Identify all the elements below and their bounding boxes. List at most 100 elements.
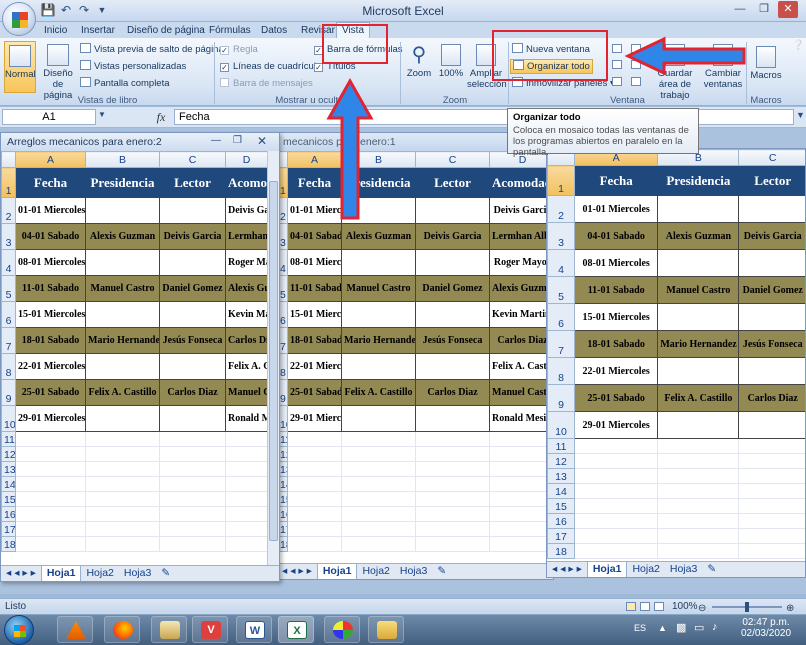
cell[interactable]: [15, 461, 86, 477]
cell[interactable]: Manuel Castro: [489, 379, 553, 406]
language-indicator[interactable]: ES: [634, 623, 646, 633]
close-icon[interactable]: ✕: [778, 1, 798, 18]
cell[interactable]: [225, 491, 268, 507]
header-cell[interactable]: Presidencia: [657, 165, 740, 196]
row-header[interactable]: 12: [547, 453, 576, 469]
cell[interactable]: [85, 506, 160, 522]
cell[interactable]: [574, 453, 659, 469]
cell[interactable]: Alexis Guzman: [489, 275, 553, 302]
header-cell[interactable]: Fecha: [574, 165, 659, 196]
break-view-status-icon[interactable]: [654, 602, 664, 611]
cell[interactable]: Deivis Garcia: [415, 223, 490, 250]
cell[interactable]: [415, 197, 490, 224]
formula-input[interactable]: Fecha: [174, 109, 794, 125]
ruler-checkbox[interactable]: ✓ Regla: [220, 43, 258, 56]
cell[interactable]: [85, 431, 160, 447]
cell[interactable]: [415, 521, 490, 537]
cell[interactable]: [657, 411, 740, 439]
cell[interactable]: [489, 446, 553, 462]
cell[interactable]: Felix A. Castillo: [341, 379, 416, 406]
taskbar-explorer[interactable]: [368, 616, 404, 643]
cell[interactable]: [574, 543, 659, 559]
cell[interactable]: [287, 506, 342, 522]
cell[interactable]: Jesús Fonseca: [738, 330, 805, 358]
fx-icon[interactable]: fx: [150, 109, 172, 125]
name-box[interactable]: A1: [2, 109, 96, 125]
cell[interactable]: [738, 498, 805, 514]
cell[interactable]: [738, 303, 805, 331]
cell[interactable]: Roger Mayor: [489, 249, 553, 276]
row-header[interactable]: 2: [547, 195, 576, 223]
cell[interactable]: Deivis Garcia: [225, 197, 268, 224]
cell[interactable]: [738, 453, 805, 469]
cell[interactable]: [15, 476, 86, 492]
sheet-tab[interactable]: Hoja2: [81, 566, 118, 581]
cell[interactable]: [415, 506, 490, 522]
cell[interactable]: [85, 536, 160, 552]
cell[interactable]: [225, 446, 268, 462]
cell[interactable]: [225, 521, 268, 537]
scroll-thumb[interactable]: [269, 181, 278, 541]
taskbar-firefox[interactable]: [104, 616, 140, 643]
cell[interactable]: [341, 301, 416, 328]
cell[interactable]: [415, 249, 490, 276]
cell[interactable]: [341, 521, 416, 537]
cell[interactable]: Jesús Fonseca: [159, 327, 226, 354]
zoom-button[interactable]: ⚲ Zoom: [404, 42, 434, 90]
cell[interactable]: [341, 476, 416, 492]
sheet-nav-arrows[interactable]: ◂ ◂ ▸ ▸: [1, 566, 41, 581]
cell[interactable]: Carlos Diaz: [489, 327, 553, 354]
cell[interactable]: 25-01 Sabado: [574, 384, 659, 412]
cell[interactable]: Kevin Martinez: [225, 301, 268, 328]
cell[interactable]: Ronald Mesino: [225, 405, 268, 432]
cell[interactable]: 04-01 Sabado: [287, 223, 342, 250]
cell[interactable]: [738, 438, 805, 454]
cell[interactable]: [85, 461, 160, 477]
cell[interactable]: [489, 506, 553, 522]
cell[interactable]: [415, 536, 490, 552]
cell[interactable]: Daniel Gomez: [415, 275, 490, 302]
row-header[interactable]: 18: [547, 543, 576, 559]
sheet-tab[interactable]: Hoja1: [40, 566, 82, 581]
cell[interactable]: [574, 438, 659, 454]
row-header[interactable]: 11: [547, 438, 576, 454]
cell[interactable]: [415, 301, 490, 328]
cell[interactable]: [657, 513, 740, 529]
row-header[interactable]: 12: [1, 446, 16, 462]
cell[interactable]: 29-01 Miercoles: [15, 405, 86, 432]
cell[interactable]: Deivis Garcia: [738, 222, 805, 250]
custom-views-button[interactable]: Vistas personalizadas: [80, 60, 186, 73]
cell[interactable]: Mario Hernandez: [85, 327, 160, 354]
row-header[interactable]: 14: [1, 476, 16, 492]
cell[interactable]: [287, 476, 342, 492]
row-header[interactable]: 5: [1, 275, 16, 302]
row-header[interactable]: 7: [1, 327, 16, 354]
column-header[interactable]: C: [415, 151, 490, 168]
restore-icon[interactable]: ❐: [233, 135, 242, 146]
cell[interactable]: [15, 521, 86, 537]
cell[interactable]: Lermhan Alborn: [225, 223, 268, 250]
tab-datos[interactable]: Datos: [261, 24, 287, 38]
cell[interactable]: Alexis Guzman: [225, 275, 268, 302]
network-icon[interactable]: ▩: [676, 621, 686, 634]
volume-icon[interactable]: ♪: [712, 621, 718, 633]
cell[interactable]: [738, 357, 805, 385]
cell[interactable]: 08-01 Miercoles: [574, 249, 659, 277]
page-break-preview-button[interactable]: Vista previa de salto de página: [80, 43, 224, 56]
cell[interactable]: Mario Hernandez: [341, 327, 416, 354]
cell[interactable]: [225, 476, 268, 492]
cell[interactable]: [738, 543, 805, 559]
sheet-grid-middle[interactable]: ABCD1FechaPresidenciaLectorAcomodador201…: [277, 151, 553, 552]
taskbar-word[interactable]: W: [236, 616, 272, 643]
cell[interactable]: [489, 476, 553, 492]
cell[interactable]: 18-01 Sabado: [287, 327, 342, 354]
normal-view-status-icon[interactable]: [626, 602, 636, 611]
tab-formulas[interactable]: Fórmulas: [209, 24, 251, 38]
row-header[interactable]: 4: [547, 249, 576, 277]
sheet-tab[interactable]: Hoja2: [627, 562, 664, 577]
cell[interactable]: [85, 405, 160, 432]
cell[interactable]: [287, 536, 342, 552]
cell[interactable]: [341, 249, 416, 276]
row-header[interactable]: 16: [547, 513, 576, 529]
tab-insertar[interactable]: Insertar: [81, 24, 115, 38]
